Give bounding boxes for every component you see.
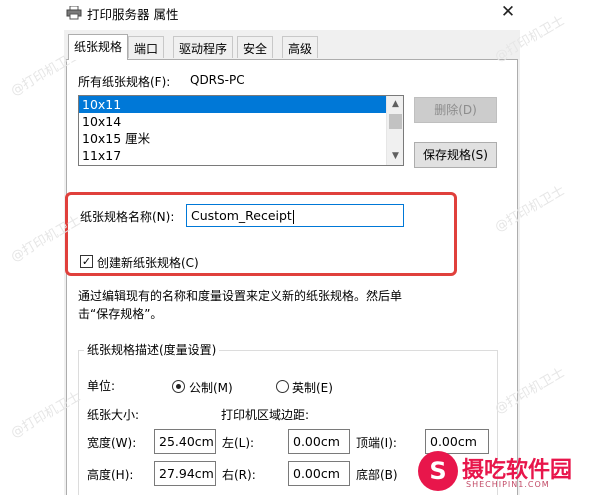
- tab-security[interactable]: 安全: [237, 36, 274, 58]
- tab-ports[interactable]: 端口: [128, 36, 165, 58]
- save-form-button[interactable]: 保存规格(S): [414, 142, 497, 168]
- tab-forms[interactable]: 纸张规格: [68, 34, 129, 60]
- scroll-thumb[interactable]: [389, 114, 402, 129]
- list-item[interactable]: 10x11: [79, 96, 403, 113]
- english-label: 英制(E): [292, 381, 333, 395]
- list-scrollbar[interactable]: ▲ ▼: [386, 96, 403, 165]
- form-name-value: Custom_Receipt: [191, 208, 292, 223]
- paper-size-label: 纸张大小:: [87, 408, 140, 422]
- metric-label: 公制(M): [189, 381, 233, 395]
- height-input[interactable]: 27.94cm: [154, 461, 216, 486]
- printer-icon: [66, 5, 82, 20]
- english-radio[interactable]: [276, 380, 289, 393]
- unit-label: 单位:: [87, 379, 116, 393]
- create-form-label: 创建新纸张规格(C): [97, 256, 199, 270]
- help-text-line2: 击“保存规格”。: [78, 307, 163, 321]
- left-margin-label: 左(L):: [222, 436, 255, 450]
- tab-advanced[interactable]: 高级: [282, 36, 319, 58]
- forms-list[interactable]: 10x11 10x14 10x15 厘米 11x17: [78, 95, 404, 166]
- left-margin-input[interactable]: 0.00cm: [288, 429, 350, 454]
- width-input[interactable]: 25.40cm: [154, 429, 216, 454]
- top-margin-label: 顶端(I):: [356, 436, 397, 450]
- right-margin-label: 右(R):: [222, 468, 256, 482]
- tab-drivers[interactable]: 驱动程序: [173, 36, 234, 58]
- printer-margins-label: 打印机区域边距:: [221, 408, 310, 422]
- list-item[interactable]: 10x15 厘米: [79, 130, 403, 147]
- help-text-line1: 通过编辑现有的名称和度量设置来定义新的纸张规格。然后单: [78, 289, 403, 303]
- list-item[interactable]: 11x17: [79, 147, 403, 164]
- brand-logo-icon: S: [418, 451, 458, 491]
- metric-radio[interactable]: [172, 380, 185, 393]
- create-form-checkbox[interactable]: ✓: [80, 255, 93, 268]
- brand-url: SHECHIPIN1.COM: [466, 480, 550, 489]
- description-group-title: 纸张规格描述(度量设置): [84, 341, 220, 358]
- bottom-margin-label: 底部(B): [356, 468, 398, 482]
- width-label: 宽度(W):: [87, 436, 137, 450]
- list-item[interactable]: 10x14: [79, 113, 403, 130]
- right-margin-input[interactable]: 0.00cm: [288, 461, 350, 486]
- window-title: 打印服务器 属性: [87, 7, 179, 22]
- server-name: QDRS-PC: [190, 73, 245, 87]
- height-label: 高度(H):: [87, 468, 134, 482]
- form-name-input[interactable]: Custom_Receipt: [186, 204, 404, 227]
- scroll-down-icon[interactable]: ▼: [387, 148, 404, 165]
- brand-logo-mark: S: [429, 457, 447, 485]
- form-name-label: 纸张规格名称(N):: [80, 210, 175, 224]
- scroll-up-icon[interactable]: ▲: [387, 96, 404, 113]
- close-button[interactable]: ✕: [497, 1, 519, 23]
- radio-selected-dot: [176, 384, 181, 389]
- all-forms-label: 所有纸张规格(F):: [78, 75, 171, 89]
- delete-button[interactable]: 删除(D): [414, 97, 497, 123]
- text-caret: [292, 209, 294, 224]
